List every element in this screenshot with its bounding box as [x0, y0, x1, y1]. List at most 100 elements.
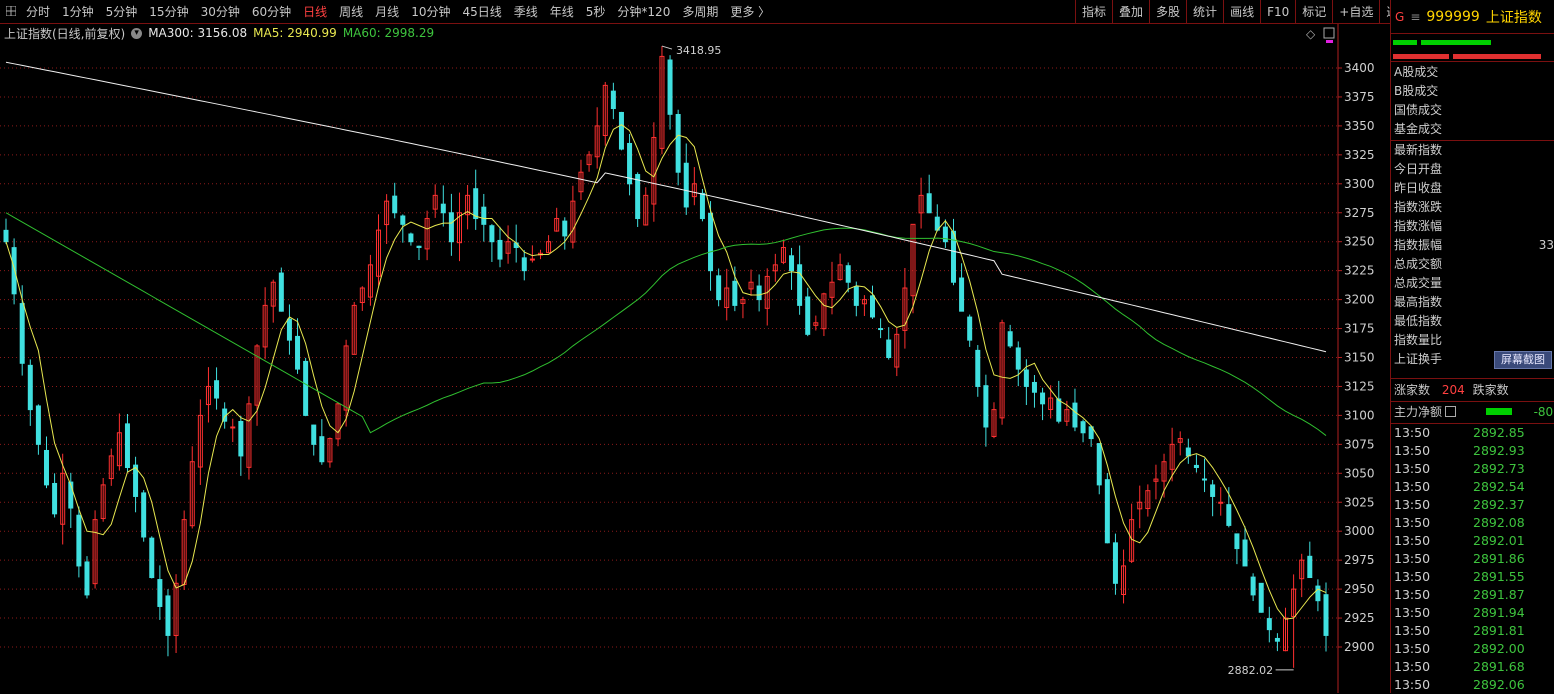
index-row-label: 总成交量	[1394, 276, 1443, 290]
period-tab[interactable]: 5分钟	[100, 0, 144, 24]
y-tick-label: 2975	[1344, 553, 1375, 567]
menu-icon[interactable]: ≡	[1410, 10, 1420, 24]
candlestick-chart[interactable]: 3400 3375 3350 3325 3300 3275 3250 3225 3200 3175…	[0, 24, 1390, 693]
candle-body	[708, 212, 714, 272]
candle-body	[448, 212, 454, 243]
sell-bar-2	[1453, 54, 1541, 59]
window-icon[interactable]	[1323, 27, 1335, 39]
tick-price: 2892.06	[1473, 677, 1525, 692]
candle-body	[392, 195, 398, 214]
tool-button[interactable]: 多股	[1149, 0, 1186, 24]
tick-row: 13:50 2892.54	[1391, 478, 1554, 496]
tick-time: 13:50	[1394, 461, 1431, 476]
magenta-marker-icon	[1326, 40, 1333, 43]
y-tick-label: 3225	[1344, 264, 1375, 278]
diamond-icon[interactable]: ◇	[1306, 27, 1316, 41]
tool-button[interactable]: 标记	[1295, 0, 1332, 24]
candle-body	[27, 364, 33, 411]
candle-body	[942, 226, 948, 243]
tick-price: 2892.01	[1473, 533, 1525, 548]
tick-price: 2892.93	[1473, 443, 1525, 458]
index-row-label: 指数涨跌	[1394, 200, 1443, 214]
tool-button[interactable]: 画线	[1223, 0, 1260, 24]
tick-price: 2891.87	[1473, 587, 1525, 602]
candle-body	[1080, 421, 1086, 434]
index-row: 指数振幅 33	[1391, 236, 1554, 255]
tick-list[interactable]: 13:50 2892.85 13:50 2892.93 13:50 2892.73 13:5…	[1391, 424, 1554, 694]
candle-body	[886, 339, 892, 358]
tick-time: 13:50	[1394, 443, 1431, 458]
period-tab[interactable]: 年线	[544, 0, 580, 24]
period-tab[interactable]: 1分钟	[56, 0, 100, 24]
candle-body	[878, 328, 884, 331]
candle-body	[1266, 618, 1272, 631]
screenshot-button[interactable]: 屏幕截图	[1494, 351, 1552, 369]
stock-name: 上证指数	[1485, 9, 1542, 26]
netflow-value: -80.	[1533, 405, 1554, 419]
y-tick-label: 3350	[1344, 119, 1375, 133]
grid-menu-icon[interactable]	[6, 6, 16, 16]
y-tick-label: 2900	[1344, 640, 1375, 654]
period-tab[interactable]: 季线	[508, 0, 544, 24]
candle-body	[975, 349, 981, 387]
tool-button[interactable]: 指标	[1075, 0, 1112, 24]
period-tab[interactable]: 周线	[333, 0, 369, 24]
tick-row: 13:50 2891.87	[1391, 586, 1554, 604]
index-row-label: 总成交额	[1394, 257, 1443, 271]
period-tab[interactable]: 多周期	[676, 0, 724, 24]
period-tab[interactable]: 30分钟	[195, 0, 246, 24]
tick-price: 2892.37	[1473, 497, 1525, 512]
candle-body	[1226, 504, 1232, 526]
high-marker-arrow	[661, 45, 673, 50]
tick-time: 13:50	[1394, 659, 1431, 674]
y-tick-label: 2950	[1344, 582, 1375, 596]
volume-row: B股成交	[1394, 84, 1439, 98]
index-row-label: 上证换手	[1394, 352, 1443, 366]
index-row-label: 最低指数	[1394, 314, 1443, 328]
period-tab[interactable]: 更多 〉	[724, 0, 776, 24]
period-tab[interactable]: 5秒	[580, 0, 612, 24]
candle-body	[983, 385, 989, 428]
candle-body	[1274, 637, 1280, 642]
tick-price: 2891.94	[1473, 605, 1525, 620]
tool-button[interactable]: 统计	[1186, 0, 1223, 24]
index-row-label: 今日开盘	[1394, 162, 1443, 176]
index-row: 总成交额	[1391, 255, 1554, 274]
candle-body	[870, 295, 876, 318]
candle-body	[967, 316, 973, 341]
ma5-line	[5, 124, 1327, 620]
period-tab[interactable]: 15分钟	[143, 0, 194, 24]
tick-price: 2891.55	[1473, 569, 1525, 584]
candle-body	[124, 423, 130, 469]
tool-button[interactable]: 叠加	[1112, 0, 1149, 24]
period-tab[interactable]: 日线	[297, 0, 333, 24]
index-rows: 最新指数 今日开盘 昨日收盘 指数涨跌 指数涨幅 指数振幅 33 总成交额 总成交量 最高指数 最低…	[1391, 141, 1554, 369]
candle-body	[756, 285, 762, 301]
period-tab[interactable]: 10分钟	[405, 0, 456, 24]
g-badge: G	[1395, 9, 1405, 24]
period-tab[interactable]: 月线	[369, 0, 405, 24]
candle-body	[1242, 539, 1248, 567]
tick-row: 13:50 2891.81	[1391, 622, 1554, 640]
period-tab[interactable]: 45日线	[456, 0, 507, 24]
list-icon[interactable]	[1445, 406, 1457, 417]
period-tab[interactable]: 60分钟	[246, 0, 297, 24]
tick-row: 13:50 2892.00	[1391, 640, 1554, 658]
candle-body	[1307, 555, 1313, 579]
candle-body	[1072, 402, 1078, 428]
period-tab[interactable]: 分钟*120	[611, 0, 676, 24]
candle-body	[675, 114, 681, 173]
candle-body	[497, 239, 503, 260]
tool-button[interactable]: +自选	[1332, 0, 1379, 24]
tool-button[interactable]: F10	[1260, 0, 1295, 24]
y-tick-label: 3000	[1344, 524, 1375, 538]
candle-body	[1096, 443, 1102, 486]
candle-body	[959, 277, 965, 312]
y-tick-label: 3025	[1344, 495, 1375, 509]
candle-body	[610, 90, 616, 110]
candle-body	[416, 245, 422, 248]
tick-row: 13:50 2891.86	[1391, 550, 1554, 568]
candle-body	[1040, 392, 1046, 405]
amplitude-value: 33	[1538, 238, 1554, 252]
candle-body	[1056, 398, 1062, 422]
